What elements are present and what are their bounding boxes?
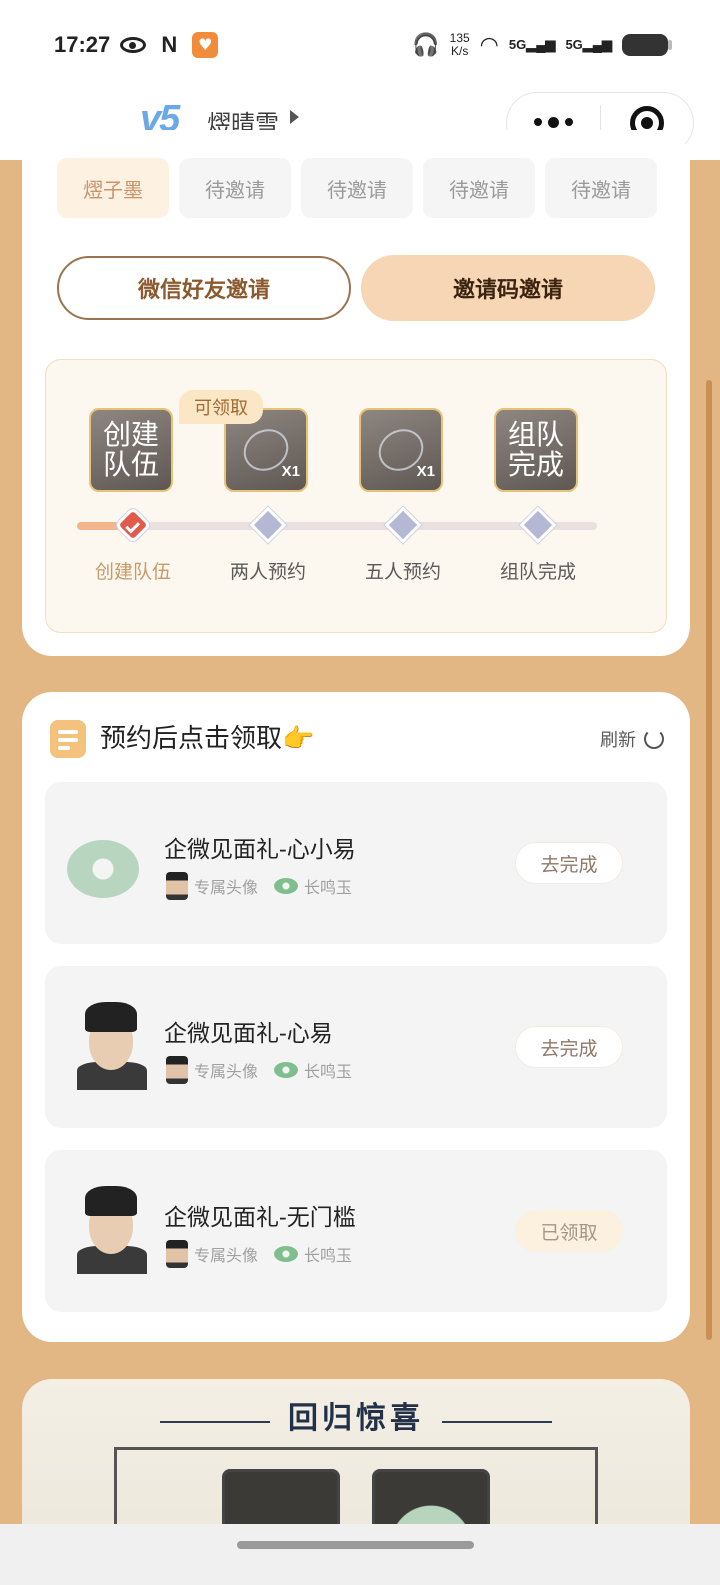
claimable-tag[interactable]: 可领取 <box>179 390 263 424</box>
task-name: 企微见面礼-心易 <box>164 1021 333 1047</box>
headphones-icon: 🎧 <box>412 32 440 57</box>
reward-item-avatar: 专属头像 <box>194 1246 259 1265</box>
go-complete-button[interactable]: 去完成 <box>515 1026 623 1068</box>
step-node <box>384 506 422 544</box>
status-left: 17:27 N ♥ <box>54 32 219 58</box>
reward-quantity: X1 <box>416 463 435 480</box>
step-rewards: 创建 队伍 X1 X1 组队 完成 可领取 <box>89 390 629 498</box>
caret-right-icon[interactable] <box>290 110 299 124</box>
network-speed-value: 135 <box>449 31 470 45</box>
member-slot-filled: 熤子墨 <box>57 158 169 218</box>
step-label: 创建队伍 <box>94 561 171 583</box>
step-node-done <box>114 506 152 544</box>
refresh-button[interactable]: 刷新 <box>600 726 664 752</box>
rewards-title: 预约后点击领取👉 <box>100 724 315 754</box>
reward-item-jade: 长鸣玉 <box>304 1062 353 1081</box>
app-notification-icon: ♥ <box>192 32 219 58</box>
task-rewards: 专属头像 长鸣玉 <box>166 1056 352 1084</box>
document-icon <box>50 720 86 758</box>
character-portrait <box>77 1180 147 1274</box>
character-portrait <box>77 996 147 1090</box>
status-bar: 17:27 N ♥ 🎧 135 K/s ◠ 5G▂▄▆ 5G▂▄▆ <box>0 0 720 90</box>
member-slot-pending[interactable]: 待邀请 <box>179 158 291 218</box>
reward-tile-team-complete[interactable]: 组队 完成 <box>494 408 578 492</box>
network-speed: 135 K/s <box>450 32 470 58</box>
more-options-button[interactable] <box>507 117 600 128</box>
avatar-icon <box>166 872 188 900</box>
reward-tile-create-team[interactable]: 创建 队伍 <box>89 408 173 492</box>
task-item: 企微见面礼-无门槛 专属头像 长鸣玉 已领取 <box>45 1150 667 1312</box>
jade-icon <box>274 1062 299 1078</box>
status-time: 17:27 <box>54 32 111 57</box>
task-rewards: 专属头像 长鸣玉 <box>166 1240 352 1268</box>
return-surprise-title: 回归惊喜 <box>288 1401 424 1436</box>
step-label: 两人预约 <box>229 561 306 583</box>
task-rewards: 专属头像 长鸣玉 <box>166 872 352 900</box>
member-slot-pending[interactable]: 待邀请 <box>545 158 657 218</box>
invite-code-button[interactable]: 邀请码邀请 <box>361 255 655 321</box>
reward-tile-text: 创建 队伍 <box>102 418 159 481</box>
avatar-icon <box>166 1240 188 1268</box>
task-item: 企微见面礼-心小易 专属头像 长鸣玉 去完成 <box>45 782 667 944</box>
progress-track <box>77 522 597 530</box>
system-nav-bar <box>0 1524 720 1585</box>
go-complete-button[interactable]: 去完成 <box>515 842 623 884</box>
nfc-icon: N <box>161 32 178 57</box>
task-item: 企微见面礼-心易 专属头像 长鸣玉 去完成 <box>45 966 667 1128</box>
step-label: 组队完成 <box>499 561 576 583</box>
member-slot-pending[interactable]: 待邀请 <box>301 158 413 218</box>
reward-tile-text: 组队 完成 <box>507 418 564 481</box>
jade-reward-image <box>67 812 149 908</box>
reward-item-avatar: 专属头像 <box>194 878 259 897</box>
avatar-icon <box>166 1056 188 1084</box>
jade-icon <box>67 840 139 898</box>
reward-quantity: X1 <box>281 463 300 480</box>
signal-sim2: 5G▂▄▆ <box>565 37 612 52</box>
dot-icon <box>565 118 573 126</box>
jade-icon <box>274 1246 299 1262</box>
task-name: 企微见面礼-心小易 <box>164 837 356 863</box>
team-progress: 创建 队伍 X1 X1 组队 完成 可领取 创建队伍 两人预约 五人预约 组队完… <box>45 359 667 633</box>
step-node <box>249 506 287 544</box>
portrait-reward-image <box>67 996 149 1092</box>
dot-icon <box>534 118 542 126</box>
task-name: 企微见面礼-无门槛 <box>164 1205 356 1231</box>
battery-icon <box>622 34 672 56</box>
refresh-label: 刷新 <box>600 730 636 751</box>
portrait-reward-image <box>67 1180 149 1276</box>
reward-item-jade: 长鸣玉 <box>304 1246 353 1265</box>
claimed-button[interactable]: 已领取 <box>515 1210 623 1252</box>
step-node <box>519 506 557 544</box>
home-gesture-bar[interactable] <box>237 1541 474 1549</box>
step-label: 五人预约 <box>364 561 441 583</box>
team-members: 熤子墨 待邀请 待邀请 待邀请 待邀请 <box>57 158 657 218</box>
signal-sim1: 5G▂▄▆ <box>508 37 556 52</box>
refresh-icon <box>644 729 664 749</box>
reservation-rewards-card: 预约后点击领取👉 刷新 企微见面礼-心小易 专属头像 长鸣玉 去完成 企微见面礼… <box>22 692 690 1342</box>
reward-tile-five-person[interactable]: X1 <box>359 408 443 492</box>
wifi-icon: ◠ <box>479 32 499 57</box>
team-invite-card: 熤子墨 待邀请 待邀请 待邀请 待邀请 微信好友邀请 邀请码邀请 创建 队伍 X… <box>22 130 690 656</box>
status-right: 🎧 135 K/s ◠ 5G▂▄▆ 5G▂▄▆ <box>412 32 672 58</box>
eye-icon <box>120 32 147 58</box>
member-slot-pending[interactable]: 待邀请 <box>423 158 535 218</box>
dot-icon <box>548 117 559 128</box>
jade-icon <box>274 878 299 894</box>
wechat-invite-button[interactable]: 微信好友邀请 <box>57 256 351 320</box>
scrollbar[interactable] <box>706 380 712 1340</box>
reward-item-jade: 长鸣玉 <box>304 878 353 897</box>
network-speed-unit: K/s <box>450 44 469 58</box>
reward-item-avatar: 专属头像 <box>194 1062 259 1081</box>
